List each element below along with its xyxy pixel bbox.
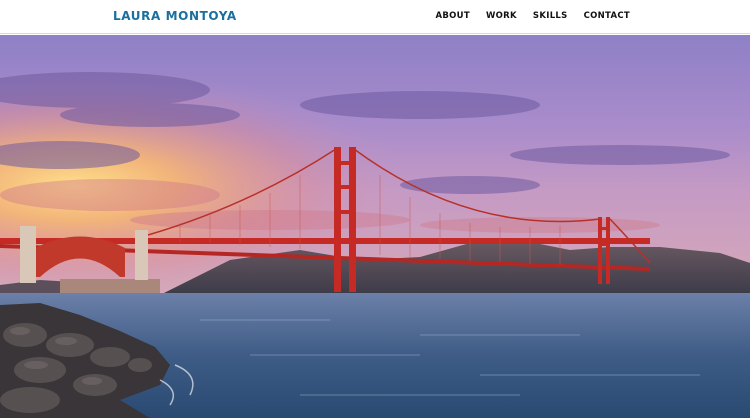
main-nav: ABOUT WORK SKILLS CONTACT	[436, 11, 631, 21]
nav-contact-link[interactable]: CONTACT	[584, 11, 630, 21]
brand-link[interactable]: LAURA MONTOYA	[113, 9, 237, 23]
navbar: LAURA MONTOYA ABOUT WORK SKILLS CONTACT	[0, 0, 750, 34]
hero-image	[0, 35, 750, 418]
nav-about-link[interactable]: ABOUT	[436, 11, 470, 21]
nav-skills-link[interactable]: SKILLS	[533, 11, 568, 21]
nav-work-link[interactable]: WORK	[486, 11, 517, 21]
hero-section	[0, 35, 750, 418]
